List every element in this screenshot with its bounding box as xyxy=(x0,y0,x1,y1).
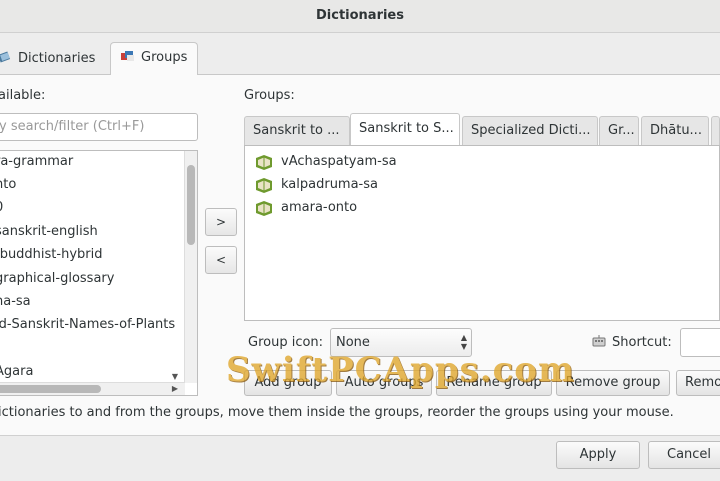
group-item-label: kalpadruma-sa xyxy=(281,177,378,192)
shortcut-input[interactable] xyxy=(680,328,720,357)
dictionaries-icon xyxy=(0,45,12,63)
list-item[interactable]: Agara xyxy=(0,362,33,382)
keyboard-shortcut-icon xyxy=(592,334,606,348)
horizontal-scrollbar[interactable] xyxy=(0,382,185,395)
tab-dictionaries[interactable]: Dictionaries xyxy=(0,44,105,74)
groups-icon xyxy=(121,44,135,61)
list-item[interactable]: nto xyxy=(0,175,16,195)
group-dictionaries-list[interactable]: vAchaspatyam-sa kalpadruma-sa amara-onto xyxy=(244,145,720,321)
list-item[interactable]: na-sa xyxy=(0,292,31,312)
tab-group-sanskrit-to-2[interactable]: Sanskrit to S... xyxy=(350,113,460,145)
list-item[interactable]: ld-Sanskrit-Names-of-Plants xyxy=(0,315,175,335)
watermark-text: SwiftPCApps.com xyxy=(226,350,575,390)
scroll-right-arrow-icon[interactable]: ▶ xyxy=(169,383,181,395)
search-filter-input[interactable]: y search/filter (Ctrl+F) xyxy=(0,113,198,141)
apply-button[interactable]: Apply xyxy=(556,441,640,469)
tab-groups[interactable]: Groups xyxy=(110,42,199,75)
group-item-label: vAchaspatyam-sa xyxy=(281,154,397,169)
tab-groups-label: Groups xyxy=(141,50,188,65)
horizontal-scroll-thumb[interactable] xyxy=(0,385,101,393)
book-icon xyxy=(255,154,273,170)
available-label: ailable: xyxy=(0,88,46,103)
tab-group-specialized[interactable]: Specialized Dicti... xyxy=(462,116,598,145)
tab-group-sanskrit-to-1[interactable]: Sanskrit to ... xyxy=(244,116,350,145)
list-item[interactable]: graphical-glossary xyxy=(0,269,114,289)
add-to-group-button[interactable]: > xyxy=(205,208,237,236)
list-item[interactable]: -buddhist-hybrid xyxy=(0,245,103,265)
group-item-label: amara-onto xyxy=(281,200,358,215)
tab-group-more[interactable] xyxy=(711,116,720,145)
vertical-scroll-thumb[interactable] xyxy=(187,165,195,245)
window-title: Dictionaries xyxy=(0,0,720,33)
cancel-button[interactable]: Cancel xyxy=(648,441,720,469)
scroll-down-arrow-icon[interactable]: ▼ xyxy=(169,371,181,383)
tab-dictionaries-label: Dictionaries xyxy=(18,51,96,66)
vertical-scrollbar[interactable] xyxy=(184,151,197,383)
help-hint-text: ictionaries to and from the groups, move… xyxy=(0,405,674,420)
spin-arrows-icon: ▲ ▼ xyxy=(460,333,467,351)
list-item[interactable]: 0 xyxy=(0,198,3,218)
group-tab-bar: Sanskrit to ... Sanskrit to S... Special… xyxy=(244,113,720,145)
groups-label: Groups: xyxy=(244,88,295,103)
tab-group-gr[interactable]: Gr... xyxy=(599,116,639,145)
book-icon xyxy=(255,177,273,193)
group-icon-value: None xyxy=(336,335,370,350)
list-item[interactable]: ra-grammar xyxy=(0,152,73,172)
available-dictionaries-list[interactable]: ra-grammar nto 0 sanskrit-english -buddh… xyxy=(0,150,198,396)
top-tab-bar: Dictionaries Groups xyxy=(0,40,720,75)
remove-all-button[interactable]: Remo xyxy=(676,370,720,396)
remove-from-group-button[interactable]: < xyxy=(205,246,237,274)
shortcut-label: Shortcut: xyxy=(612,335,672,350)
tab-group-dhatu[interactable]: Dhātu... xyxy=(641,116,709,145)
book-icon xyxy=(255,200,273,216)
group-icon-label: Group icon: xyxy=(248,335,324,350)
list-item[interactable]: sanskrit-english xyxy=(0,222,98,242)
